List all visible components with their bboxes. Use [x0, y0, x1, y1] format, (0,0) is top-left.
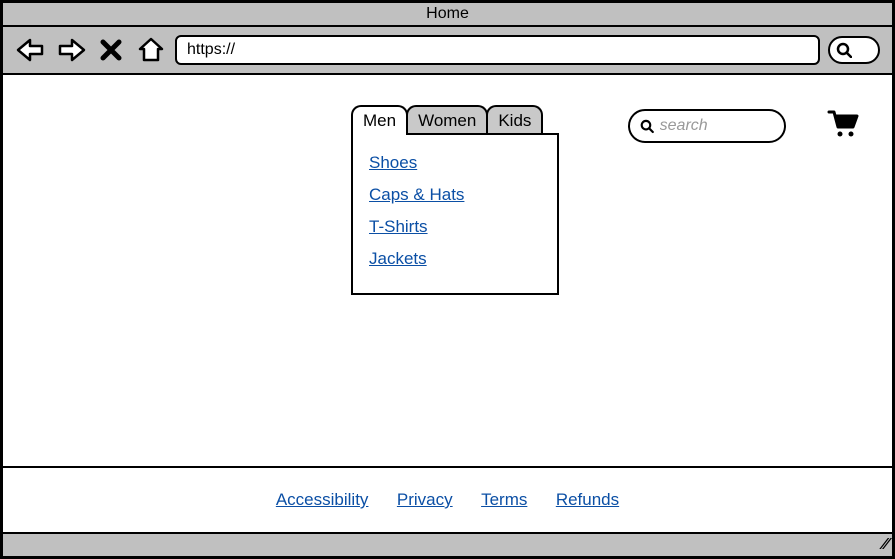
- search-icon: [640, 118, 654, 134]
- resize-grip[interactable]: ⁄⁄: [883, 536, 888, 554]
- arrow-left-icon: [16, 38, 46, 62]
- menu-link-jackets[interactable]: Jackets: [369, 249, 541, 269]
- menu-link-tshirts[interactable]: T-Shirts: [369, 217, 541, 237]
- cart-icon: [827, 109, 859, 139]
- forward-button[interactable]: [55, 36, 87, 64]
- tab-women[interactable]: Women: [406, 105, 488, 135]
- footer: Accessibility Privacy Terms Refunds: [3, 466, 892, 532]
- browser-window: Home: [0, 0, 895, 559]
- menu-link-caps-hats[interactable]: Caps & Hats: [369, 185, 541, 205]
- status-bar: ⁄⁄: [3, 532, 892, 556]
- footer-link-refunds[interactable]: Refunds: [556, 490, 619, 509]
- back-button[interactable]: [15, 36, 47, 64]
- close-icon: [100, 39, 122, 61]
- stop-button[interactable]: [95, 36, 127, 64]
- page-content: Men Women Kids Shoes Caps & Hats T-Shirt…: [3, 75, 892, 466]
- cart-button[interactable]: [827, 109, 859, 144]
- tab-panel-men: Shoes Caps & Hats T-Shirts Jackets: [351, 133, 559, 295]
- category-tabs: Men Women Kids Shoes Caps & Hats T-Shirt…: [351, 105, 559, 295]
- home-button[interactable]: [135, 36, 167, 64]
- browser-search-button[interactable]: [828, 36, 880, 64]
- tab-men[interactable]: Men: [351, 105, 408, 135]
- arrow-right-icon: [56, 38, 86, 62]
- home-icon: [138, 37, 164, 63]
- browser-toolbar: [3, 27, 892, 75]
- footer-link-privacy[interactable]: Privacy: [397, 490, 453, 509]
- window-title: Home: [3, 3, 892, 27]
- menu-link-shoes[interactable]: Shoes: [369, 153, 541, 173]
- site-search-input[interactable]: [660, 117, 774, 135]
- search-icon: [836, 42, 852, 58]
- tab-kids[interactable]: Kids: [486, 105, 543, 135]
- footer-link-accessibility[interactable]: Accessibility: [276, 490, 369, 509]
- footer-link-terms[interactable]: Terms: [481, 490, 527, 509]
- url-input[interactable]: [175, 35, 820, 65]
- site-search[interactable]: [628, 109, 786, 143]
